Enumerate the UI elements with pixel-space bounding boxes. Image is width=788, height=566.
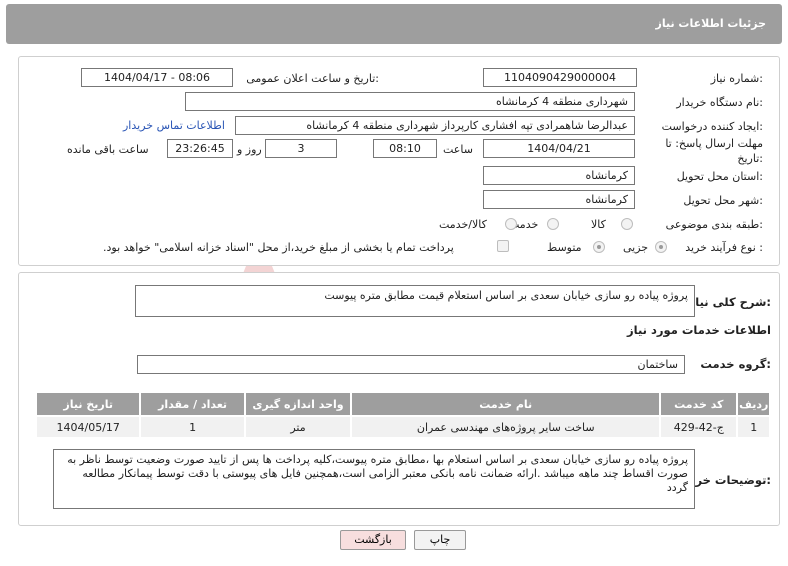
buyer-org-field: شهرداری منطقه 4 کرمانشاه	[185, 92, 635, 111]
need-info-panel: شماره نیاز: 1104090429000004 تاریخ و ساع…	[18, 56, 780, 266]
requester-field: عبدالرضا شاهمرادی تپه افشاری کارپرداز شه…	[235, 116, 635, 135]
col-unit: واحد اندازه گیری	[243, 391, 353, 417]
category-option-goods: کالا	[591, 218, 606, 231]
buyer-contact-link[interactable]: اطلاعات تماس خریدار	[123, 119, 225, 132]
description-textarea: پروژه پیاده رو سازی خیابان سعدی بر اساس …	[135, 285, 695, 317]
table-row: 1 ج-42-429 ساخت سایر پروژه‌های مهندسی عم…	[34, 415, 771, 439]
remaining-time-field: 23:26:45	[167, 139, 233, 158]
cell-service-name: ساخت سایر پروژه‌های مهندسی عمران	[350, 415, 662, 439]
services-table: ردیف کد خدمت نام خدمت واحد اندازه گیری ت…	[34, 391, 771, 439]
need-number-field: 1104090429000004	[483, 68, 637, 87]
cell-quantity: 1	[139, 415, 246, 439]
col-quantity: تعداد / مقدار	[139, 391, 246, 417]
category-radio-service[interactable]	[547, 218, 559, 230]
cell-unit: متر	[243, 415, 353, 439]
province-field: کرمانشاه	[483, 166, 635, 185]
province-label: استان محل تحویل:	[676, 170, 763, 183]
service-group-field: ساختمان	[137, 355, 685, 374]
back-button[interactable]: بازگشت	[340, 530, 406, 550]
days-remaining-field: 3	[265, 139, 337, 158]
services-section-title: اطلاعات خدمات مورد نیاز	[627, 323, 771, 337]
city-label: شهر محل تحویل:	[683, 194, 763, 207]
process-radio-medium[interactable]	[593, 241, 605, 253]
print-button[interactable]: چاپ	[414, 530, 466, 550]
announce-label: تاریخ و ساعت اعلان عمومی:	[246, 72, 379, 85]
remaining-time-label: ساعت باقی مانده	[67, 143, 149, 156]
category-label: طبقه بندی موضوعی:	[665, 218, 763, 231]
description-label: شرح کلی نیاز:	[688, 295, 771, 309]
process-radio-minor[interactable]	[655, 241, 667, 253]
col-need-date: تاریخ نیاز	[34, 391, 142, 417]
treasury-payment-text: پرداخت تمام یا بخشی از مبلغ خرید،از محل …	[103, 241, 454, 254]
category-radio-goods[interactable]	[621, 218, 633, 230]
col-service-code: کد خدمت	[659, 391, 739, 417]
deadline-date-label: تاریخ:	[737, 152, 763, 165]
days-label: روز و	[237, 143, 262, 156]
category-option-goods-service: کالا/خدمت	[439, 218, 487, 231]
city-field: کرمانشاه	[483, 190, 635, 209]
col-service-name: نام خدمت	[350, 391, 662, 417]
deadline-label: مهلت ارسال پاسخ: تا	[665, 137, 763, 150]
treasury-payment-checkbox[interactable]	[497, 240, 509, 252]
services-table-header: ردیف کد خدمت نام خدمت واحد اندازه گیری ت…	[34, 391, 771, 417]
requester-label: ایجاد کننده درخواست:	[661, 120, 763, 133]
page-header: جزئیات اطلاعات نیاز	[6, 4, 782, 44]
process-option-minor: جزیی	[623, 241, 649, 254]
buyer-notes-textarea: پروژه پیاده رو سازی خیابان سعدی بر اساس …	[53, 449, 695, 509]
process-label: نوع فرآیند خرید :	[685, 241, 763, 254]
cell-service-code: ج-42-429	[659, 415, 739, 439]
deadline-time-label: ساعت	[443, 143, 473, 156]
category-radio-goods-service[interactable]	[505, 218, 517, 230]
need-number-label: شماره نیاز:	[710, 72, 763, 85]
page-title: جزئیات اطلاعات نیاز	[655, 17, 767, 30]
cell-need-date: 1404/05/17	[34, 415, 142, 439]
deadline-time-field: 08:10	[373, 139, 437, 158]
process-option-medium: متوسط	[547, 241, 582, 254]
buyer-org-label: نام دستگاه خریدار:	[676, 96, 763, 109]
deadline-date-field: 1404/04/21	[483, 139, 635, 158]
cell-row-number: 1	[736, 415, 771, 439]
service-group-label: گروه خدمت:	[700, 357, 771, 371]
services-panel: شرح کلی نیاز: پروژه پیاده رو سازی خیابان…	[18, 272, 780, 526]
col-row-number: ردیف	[736, 391, 771, 417]
announce-datetime-field: 1404/04/17 - 08:06	[81, 68, 233, 87]
